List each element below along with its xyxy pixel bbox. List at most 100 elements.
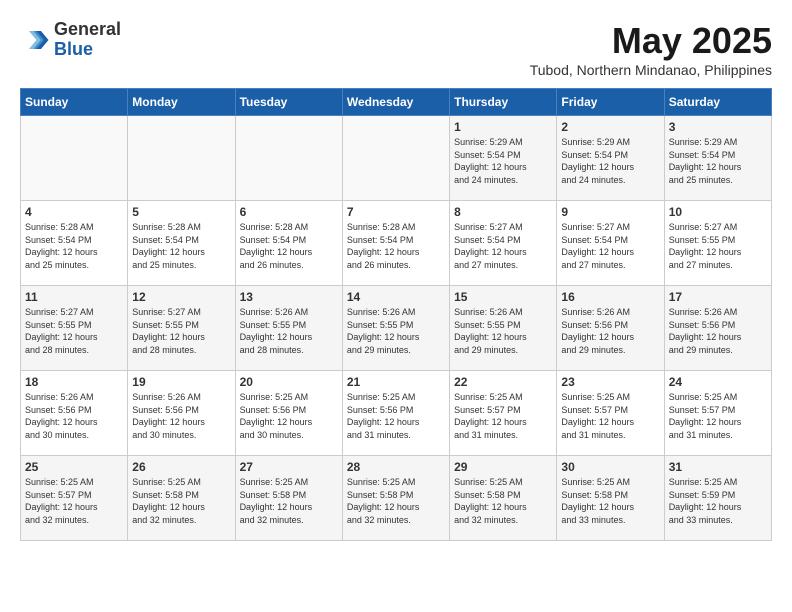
day-info: Sunrise: 5:28 AM Sunset: 5:54 PM Dayligh… — [240, 221, 338, 271]
day-info: Sunrise: 5:26 AM Sunset: 5:56 PM Dayligh… — [25, 391, 123, 441]
day-number: 16 — [561, 290, 659, 304]
day-cell: 26Sunrise: 5:25 AM Sunset: 5:58 PM Dayli… — [128, 456, 235, 541]
day-info: Sunrise: 5:29 AM Sunset: 5:54 PM Dayligh… — [561, 136, 659, 186]
day-cell: 17 Sunrise: 5:26 AM Sunset: 5:56 PM Dayli… — [664, 286, 771, 371]
day-number: 22 — [454, 375, 552, 389]
day-cell: 9 Sunrise: 5:27 AM Sunset: 5:54 PM Daylig… — [557, 201, 664, 286]
day-number: 13 — [240, 290, 338, 304]
week-row: 4 Sunrise: 5:28 AM Sunset: 5:54 PM Daylig… — [21, 201, 772, 286]
day-info: Sunrise: 5:26 AM Sunset: 5:55 PM Dayligh… — [347, 306, 445, 356]
title-block: May 2025 Tubod, Northern Mindanao, Phili… — [530, 20, 772, 78]
day-cell: 2 Sunrise: 5:29 AM Sunset: 5:54 PM Daylig… — [557, 116, 664, 201]
day-cell: 29Sunrise: 5:25 AM Sunset: 5:58 PM Dayli… — [450, 456, 557, 541]
day-cell: 18 Sunrise: 5:26 AM Sunset: 5:56 PM Dayli… — [21, 371, 128, 456]
day-cell — [128, 116, 235, 201]
weekday-header-saturday: Saturday — [664, 89, 771, 116]
day-number: 18 — [25, 375, 123, 389]
day-info: Sunrise: 5:25 AM Sunset: 5:57 PM Dayligh… — [561, 391, 659, 441]
day-number: 27 — [240, 460, 338, 474]
day-number: 17 — [669, 290, 767, 304]
week-row: 18 Sunrise: 5:26 AM Sunset: 5:56 PM Dayli… — [21, 371, 772, 456]
day-cell: 22 Sunrise: 5:25 AM Sunset: 5:57 PM Dayli… — [450, 371, 557, 456]
day-number: 20 — [240, 375, 338, 389]
day-info: Sunrise: 5:25 AM Sunset: 5:58 PM Dayligh… — [347, 476, 445, 526]
day-cell: 1Sunrise: 5:29 AM Sunset: 5:54 PM Daylig… — [450, 116, 557, 201]
day-cell: 10Sunrise: 5:27 AM Sunset: 5:55 PM Dayli… — [664, 201, 771, 286]
logo-general: General — [54, 20, 121, 40]
day-number: 2 — [561, 120, 659, 134]
day-cell: 5Sunrise: 5:28 AM Sunset: 5:54 PM Daylig… — [128, 201, 235, 286]
logo-icon — [20, 25, 50, 55]
day-number: 11 — [25, 290, 123, 304]
page-header: General Blue May 2025 Tubod, Northern Mi… — [20, 20, 772, 78]
week-row: 1Sunrise: 5:29 AM Sunset: 5:54 PM Daylig… — [21, 116, 772, 201]
day-info: Sunrise: 5:29 AM Sunset: 5:54 PM Dayligh… — [669, 136, 767, 186]
day-number: 6 — [240, 205, 338, 219]
day-cell: 19 Sunrise: 5:26 AM Sunset: 5:56 PM Dayli… — [128, 371, 235, 456]
day-cell: 3 Sunrise: 5:29 AM Sunset: 5:54 PM Daylig… — [664, 116, 771, 201]
day-cell: 7 Sunrise: 5:28 AM Sunset: 5:54 PM Daylig… — [342, 201, 449, 286]
calendar-body: 1Sunrise: 5:29 AM Sunset: 5:54 PM Daylig… — [21, 116, 772, 541]
day-cell: 23Sunrise: 5:25 AM Sunset: 5:57 PM Dayli… — [557, 371, 664, 456]
day-number: 4 — [25, 205, 123, 219]
day-number: 3 — [669, 120, 767, 134]
day-info: Sunrise: 5:25 AM Sunset: 5:57 PM Dayligh… — [25, 476, 123, 526]
day-info: Sunrise: 5:25 AM Sunset: 5:58 PM Dayligh… — [240, 476, 338, 526]
day-cell: 15Sunrise: 5:26 AM Sunset: 5:55 PM Dayli… — [450, 286, 557, 371]
weekday-header-monday: Monday — [128, 89, 235, 116]
day-info: Sunrise: 5:28 AM Sunset: 5:54 PM Dayligh… — [25, 221, 123, 271]
day-cell: 8 Sunrise: 5:27 AM Sunset: 5:54 PM Daylig… — [450, 201, 557, 286]
week-row: 11 Sunrise: 5:27 AM Sunset: 5:55 PM Dayli… — [21, 286, 772, 371]
day-info: Sunrise: 5:25 AM Sunset: 5:56 PM Dayligh… — [347, 391, 445, 441]
day-info: Sunrise: 5:26 AM Sunset: 5:56 PM Dayligh… — [669, 306, 767, 356]
day-info: Sunrise: 5:25 AM Sunset: 5:57 PM Dayligh… — [454, 391, 552, 441]
day-number: 8 — [454, 205, 552, 219]
day-cell: 20Sunrise: 5:25 AM Sunset: 5:56 PM Dayli… — [235, 371, 342, 456]
day-info: Sunrise: 5:25 AM Sunset: 5:59 PM Dayligh… — [669, 476, 767, 526]
day-cell: 28Sunrise: 5:25 AM Sunset: 5:58 PM Dayli… — [342, 456, 449, 541]
weekday-header-wednesday: Wednesday — [342, 89, 449, 116]
week-row: 25 Sunrise: 5:25 AM Sunset: 5:57 PM Dayli… — [21, 456, 772, 541]
day-cell: 4 Sunrise: 5:28 AM Sunset: 5:54 PM Daylig… — [21, 201, 128, 286]
day-cell: 30Sunrise: 5:25 AM Sunset: 5:58 PM Dayli… — [557, 456, 664, 541]
day-info: Sunrise: 5:28 AM Sunset: 5:54 PM Dayligh… — [347, 221, 445, 271]
day-number: 9 — [561, 205, 659, 219]
location-title: Tubod, Northern Mindanao, Philippines — [530, 62, 772, 78]
day-cell: 6 Sunrise: 5:28 AM Sunset: 5:54 PM Daylig… — [235, 201, 342, 286]
weekday-row: SundayMondayTuesdayWednesdayThursdayFrid… — [21, 89, 772, 116]
day-cell: 21 Sunrise: 5:25 AM Sunset: 5:56 PM Dayli… — [342, 371, 449, 456]
day-number: 7 — [347, 205, 445, 219]
logo-blue: Blue — [54, 40, 121, 60]
day-info: Sunrise: 5:27 AM Sunset: 5:55 PM Dayligh… — [25, 306, 123, 356]
day-info: Sunrise: 5:27 AM Sunset: 5:55 PM Dayligh… — [669, 221, 767, 271]
day-info: Sunrise: 5:27 AM Sunset: 5:54 PM Dayligh… — [454, 221, 552, 271]
month-title: May 2025 — [530, 20, 772, 62]
day-cell: 14Sunrise: 5:26 AM Sunset: 5:55 PM Dayli… — [342, 286, 449, 371]
day-number: 25 — [25, 460, 123, 474]
day-cell: 24Sunrise: 5:25 AM Sunset: 5:57 PM Dayli… — [664, 371, 771, 456]
day-cell: 13 Sunrise: 5:26 AM Sunset: 5:55 PM Dayli… — [235, 286, 342, 371]
day-info: Sunrise: 5:28 AM Sunset: 5:54 PM Dayligh… — [132, 221, 230, 271]
day-cell: 27 Sunrise: 5:25 AM Sunset: 5:58 PM Dayli… — [235, 456, 342, 541]
day-info: Sunrise: 5:26 AM Sunset: 5:55 PM Dayligh… — [240, 306, 338, 356]
day-info: Sunrise: 5:26 AM Sunset: 5:55 PM Dayligh… — [454, 306, 552, 356]
day-cell: 12Sunrise: 5:27 AM Sunset: 5:55 PM Dayli… — [128, 286, 235, 371]
day-info: Sunrise: 5:27 AM Sunset: 5:54 PM Dayligh… — [561, 221, 659, 271]
day-cell: 11 Sunrise: 5:27 AM Sunset: 5:55 PM Dayli… — [21, 286, 128, 371]
day-number: 12 — [132, 290, 230, 304]
day-info: Sunrise: 5:26 AM Sunset: 5:56 PM Dayligh… — [132, 391, 230, 441]
day-cell — [21, 116, 128, 201]
calendar: SundayMondayTuesdayWednesdayThursdayFrid… — [20, 88, 772, 541]
weekday-header-tuesday: Tuesday — [235, 89, 342, 116]
day-number: 24 — [669, 375, 767, 389]
day-number: 21 — [347, 375, 445, 389]
day-number: 19 — [132, 375, 230, 389]
calendar-header: SundayMondayTuesdayWednesdayThursdayFrid… — [21, 89, 772, 116]
logo-text: General Blue — [54, 20, 121, 60]
day-cell — [342, 116, 449, 201]
day-info: Sunrise: 5:29 AM Sunset: 5:54 PM Dayligh… — [454, 136, 552, 186]
day-cell — [235, 116, 342, 201]
day-info: Sunrise: 5:25 AM Sunset: 5:58 PM Dayligh… — [132, 476, 230, 526]
day-info: Sunrise: 5:26 AM Sunset: 5:56 PM Dayligh… — [561, 306, 659, 356]
weekday-header-sunday: Sunday — [21, 89, 128, 116]
